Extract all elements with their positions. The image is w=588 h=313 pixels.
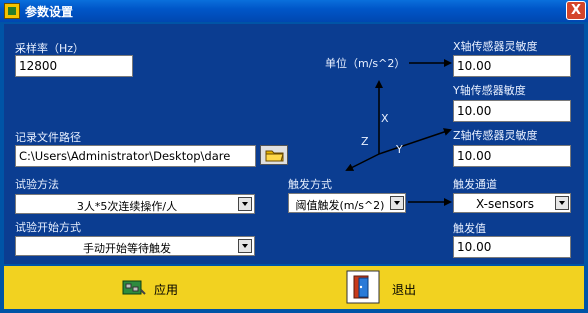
chevron-down-icon[interactable] <box>555 196 569 210</box>
circuit-board-icon <box>122 280 146 295</box>
trigger-value-field[interactable]: 10.00 <box>453 236 571 258</box>
window-title: 参数设置 <box>25 5 74 19</box>
trigger-channel-select[interactable]: X-sensors <box>453 193 571 213</box>
z-sensitivity-label: Z轴传感器灵敏度 <box>453 129 538 142</box>
apply-button[interactable]: 应用 <box>122 273 202 303</box>
axis-y-label: Y <box>396 143 403 156</box>
chevron-down-icon[interactable] <box>390 196 404 210</box>
axis-z-label: Z <box>361 135 369 148</box>
trigger-method-value: 阈值触发(m/s^2) <box>295 199 385 212</box>
settings-window: 参数设置 X 采样率（Hz） 12800 记录文件路径 C:\Users\Adm… <box>0 0 588 313</box>
title-bar: 参数设置 X <box>0 0 588 22</box>
trigger-value-label: 触发值 <box>453 222 486 235</box>
bottom-toolbar: 应用 退出 <box>4 266 584 309</box>
x-sensitivity-field[interactable]: 10.00 <box>453 55 571 77</box>
exit-label: 退出 <box>392 283 417 297</box>
apply-label: 应用 <box>154 283 179 297</box>
depth-axis <box>345 153 380 171</box>
exit-button[interactable]: 退出 <box>346 270 436 304</box>
settings-panel: 采样率（Hz） 12800 记录文件路径 C:\Users\Administra… <box>4 24 584 264</box>
exit-door-icon <box>346 270 380 304</box>
y-sensitivity-label: Y轴传感器敏度 <box>453 84 526 97</box>
axis-x-label: X <box>381 112 389 125</box>
trigger-method-label: 触发方式 <box>288 178 332 191</box>
x-sensitivity-label: X轴传感器灵敏度 <box>453 40 538 53</box>
z-sensitivity-field[interactable]: 10.00 <box>453 145 571 167</box>
close-button[interactable]: X <box>566 1 586 20</box>
app-icon <box>4 3 20 19</box>
trigger-method-select[interactable]: 阈值触发(m/s^2) <box>288 193 406 213</box>
diagonal-axis <box>378 128 452 155</box>
trigger-channel-value: X-sensors <box>476 197 534 211</box>
trigger-channel-label: 触发通道 <box>453 178 497 191</box>
y-sensitivity-field[interactable]: 10.00 <box>453 100 571 122</box>
